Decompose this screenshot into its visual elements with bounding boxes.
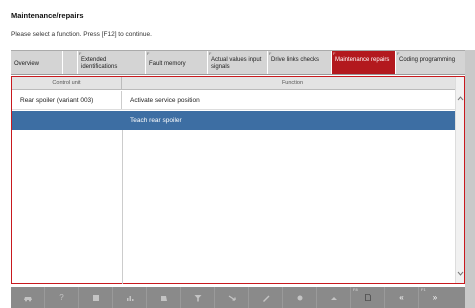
back-icon[interactable]: «: [385, 287, 419, 308]
document-button[interactable]: F8: [351, 287, 385, 308]
right-edge-strip: [465, 50, 475, 308]
filter-icon[interactable]: [181, 287, 215, 308]
record-icon[interactable]: [283, 287, 317, 308]
column-divider: [122, 130, 123, 284]
car-icon[interactable]: [11, 287, 45, 308]
clipboard-icon[interactable]: [147, 287, 181, 308]
tab-maintenance-repairs[interactable]: F Maintenance repairs: [332, 51, 396, 74]
function-cell[interactable]: Activate service position: [122, 91, 463, 109]
scroll-down-icon[interactable]: [457, 270, 464, 279]
tab-label: Actual values input signals: [211, 57, 262, 70]
vertical-scrollbar[interactable]: [455, 77, 464, 283]
list-icon[interactable]: [79, 287, 113, 308]
arrow-icon[interactable]: [215, 287, 249, 308]
tab-drive-links-checks[interactable]: F Drive links checks: [268, 51, 332, 74]
page-title: Maintenance/repairs: [11, 11, 84, 20]
tab-coding-programming[interactable]: F Coding programming: [396, 51, 465, 74]
control-unit-cell: Rear spoiler (variant 003): [12, 91, 122, 109]
document-icon: [364, 293, 372, 302]
bottom-toolbar: ? F8 « F1 »: [11, 287, 465, 308]
help-glyph: ?: [59, 293, 64, 302]
tab-label: Fault memory: [149, 61, 186, 67]
table-row-selected[interactable]: Teach rear spoiler: [12, 111, 463, 130]
tab-bar: Overview F Extended identifications F Fa…: [11, 50, 465, 75]
person-icon[interactable]: [317, 287, 351, 308]
tab-label: Overview: [14, 61, 40, 67]
control-unit-cell: [12, 111, 122, 130]
tab-fkey: F: [79, 51, 82, 56]
tab-overview[interactable]: Overview: [11, 51, 63, 74]
grid-header: Control unit Function: [12, 77, 463, 90]
tab-extended-identifications[interactable]: F Extended identifications: [78, 51, 146, 74]
chart-icon[interactable]: [113, 287, 147, 308]
forward-glyph: »: [432, 293, 438, 302]
table-row[interactable]: Rear spoiler (variant 003) Activate serv…: [12, 91, 463, 110]
tab-fkey: F: [147, 51, 150, 56]
tab-label: Extended identifications: [81, 57, 118, 70]
tab-fkey: F: [333, 51, 336, 56]
fkey-label-2: F1: [421, 287, 426, 292]
pen-icon[interactable]: [249, 287, 283, 308]
tab-fkey: F: [269, 51, 272, 56]
function-cell[interactable]: Teach rear spoiler: [122, 111, 463, 130]
tab-label: Maintenance repairs: [335, 57, 390, 63]
column-header-control-unit: Control unit: [12, 77, 122, 89]
column-header-function: Function: [281, 80, 304, 86]
tab-fkey: F: [397, 51, 400, 56]
back-glyph: «: [399, 293, 404, 302]
fkey-label: F8: [353, 287, 358, 292]
tab-actual-values[interactable]: F Actual values input signals: [208, 51, 268, 74]
function-panel: Control unit Function Rear spoiler (vari…: [11, 76, 465, 284]
tab-label: Coding programming: [399, 57, 456, 63]
tab-label: Drive links checks: [271, 57, 320, 63]
forward-icon[interactable]: F1 »: [419, 287, 451, 308]
tab-fault-memory[interactable]: F Fault memory: [146, 51, 208, 74]
scroll-up-icon[interactable]: [457, 95, 464, 104]
instruction-text: Please select a function. Press [F12] to…: [11, 31, 152, 38]
tab-fkey: F: [209, 51, 212, 56]
tab-spacer: [63, 51, 78, 74]
help-icon[interactable]: ?: [45, 287, 79, 308]
